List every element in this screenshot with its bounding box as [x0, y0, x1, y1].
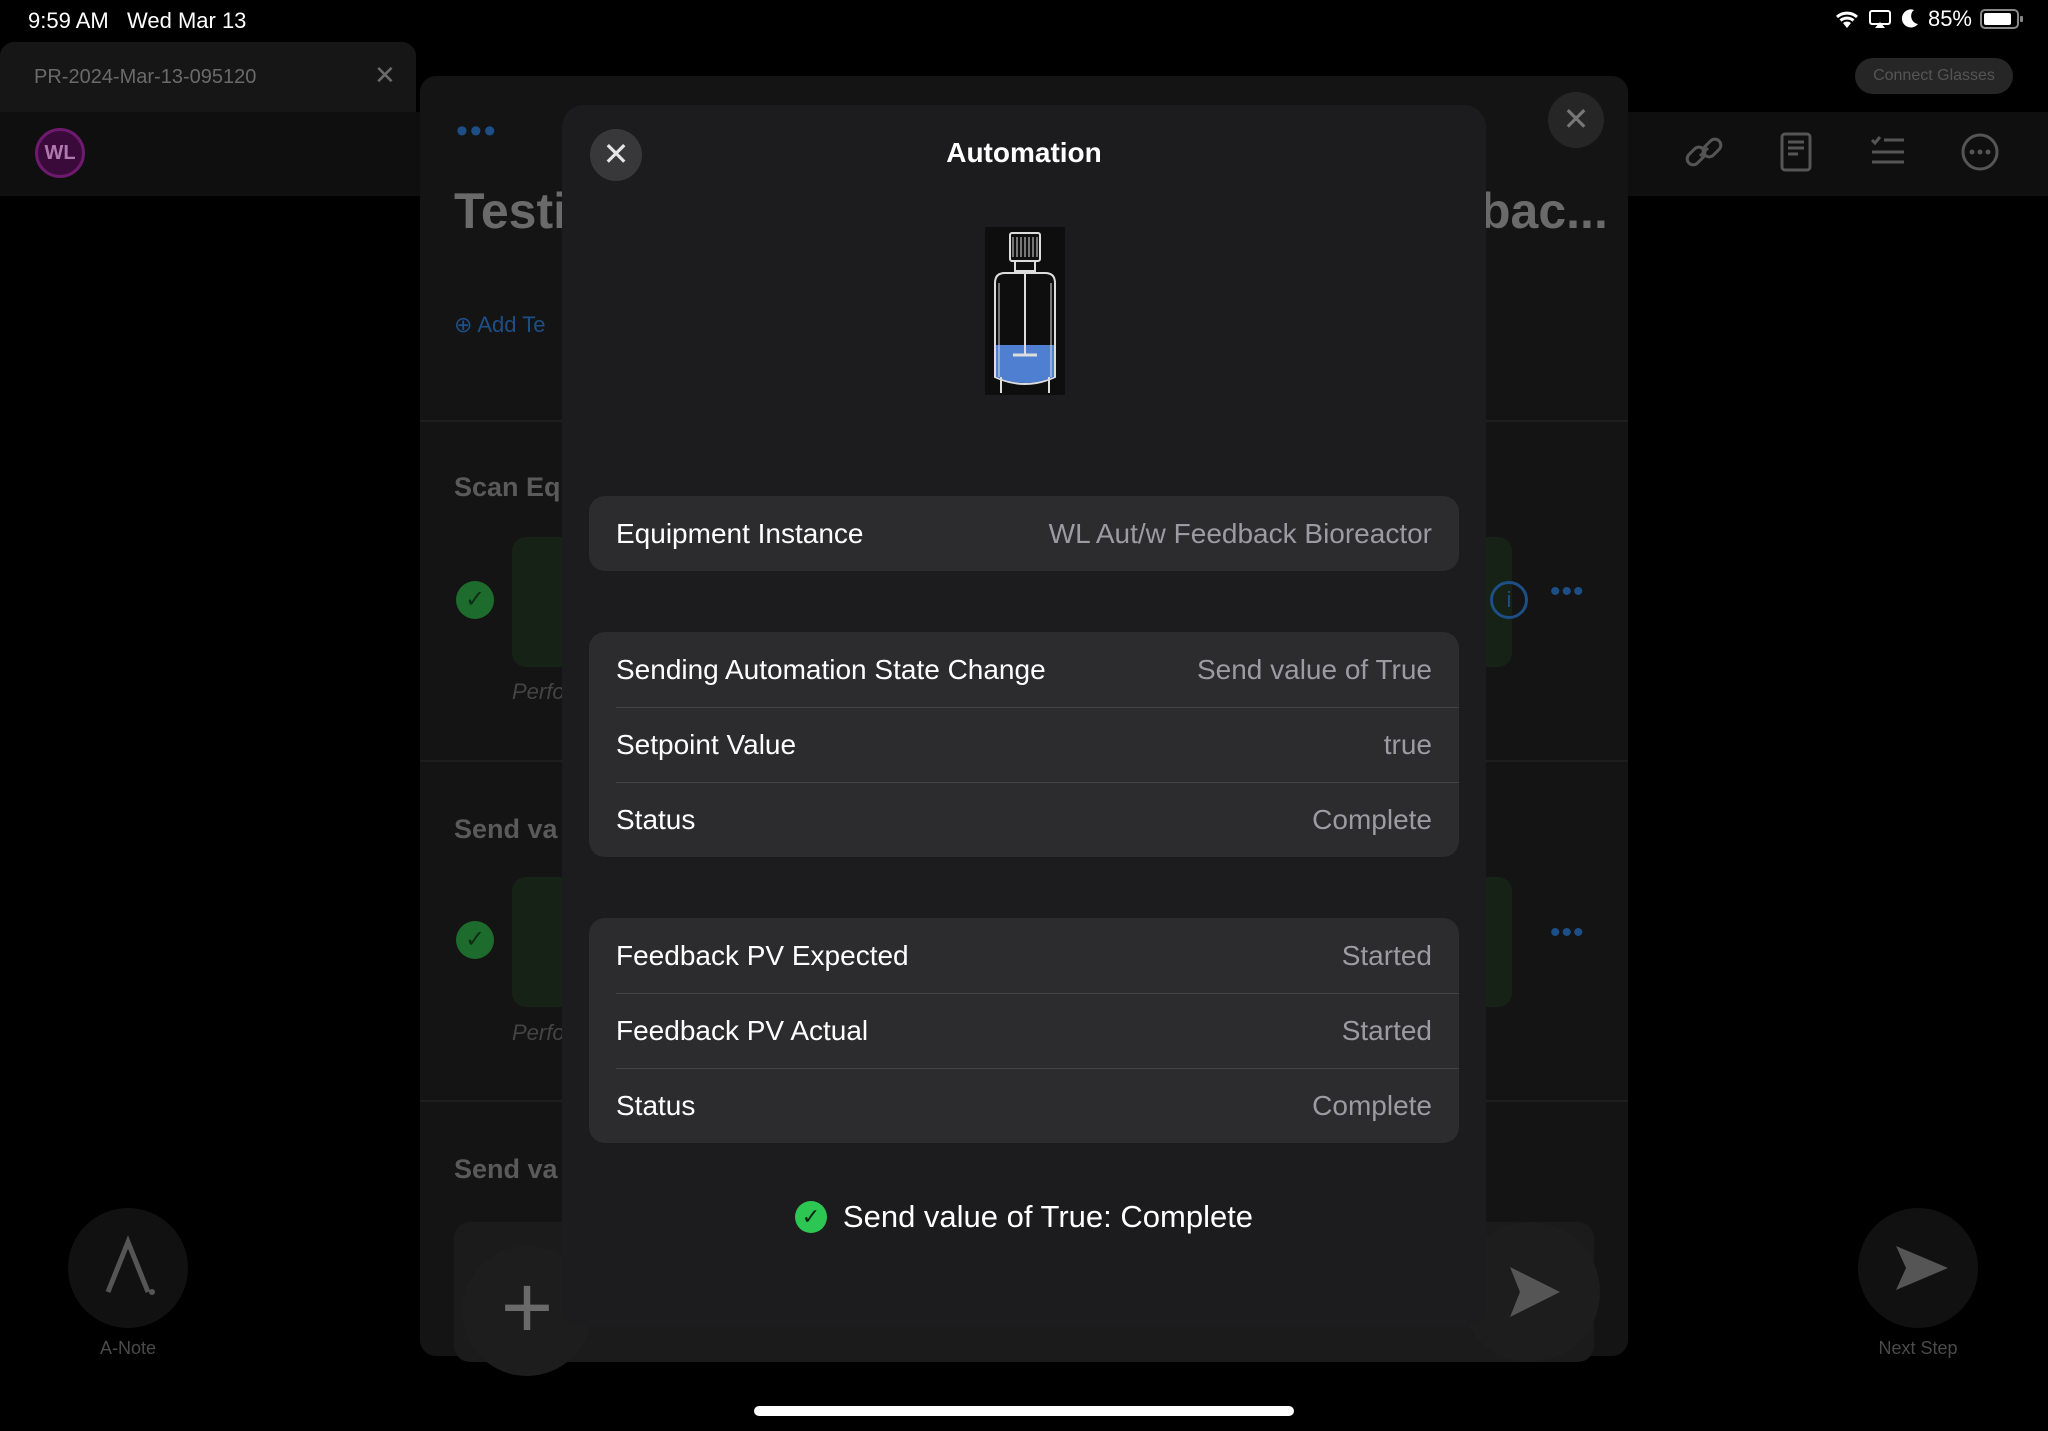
avatar[interactable]: WL [35, 128, 85, 178]
row-value: WL Aut/w Feedback Bioreactor [1048, 517, 1432, 549]
row-label: Equipment Instance [616, 517, 864, 549]
add-tag-label: Add Te [477, 312, 546, 337]
row-menu-icon[interactable]: ••• [1550, 916, 1585, 950]
document-tab-label: PR-2024-Mar-13-095120 [34, 66, 257, 88]
result-summary: ✓ Send value of True: Complete [562, 1199, 1486, 1235]
sending-state-change-row: Sending Automation State Change Send val… [589, 632, 1459, 707]
row-value: Started [1341, 939, 1432, 971]
a-note-label: A-Note [99, 1338, 157, 1358]
row-menu-icon[interactable]: ••• [1550, 575, 1585, 609]
section-title: Send va [454, 1154, 558, 1184]
battery-percent: 85% [1927, 6, 1972, 31]
screen-mirroring-icon [1868, 10, 1891, 28]
a-note-button[interactable] [68, 1208, 188, 1328]
row-value: Send value of True [1196, 653, 1432, 685]
row-value: true [1383, 728, 1432, 760]
status-bar: 9:59 AM Wed Mar 13 85% [0, 0, 2048, 40]
procedure-title-end: bac... [1480, 183, 1608, 239]
document-icon[interactable] [1772, 128, 1820, 176]
feedback-actual-row: Feedback PV Actual Started [589, 993, 1459, 1068]
row-value: Started [1341, 1014, 1432, 1046]
home-indicator[interactable] [754, 1406, 1294, 1416]
automation-modal: ✕ Automation Equipment Instance WL Aut/w… [562, 105, 1486, 1326]
send-icon [1896, 1246, 1948, 1290]
feedback-expected-row: Feedback PV Expected Started [589, 918, 1459, 993]
setpoint-value-row: Setpoint Value true [589, 707, 1459, 782]
equipment-instance-row: Equipment Instance WL Aut/w Feedback Bio… [589, 496, 1459, 571]
more-options-icon[interactable] [1956, 128, 2004, 176]
connect-glasses-button[interactable]: Connect Glasses [1855, 58, 2013, 94]
performed-label: Perfo [512, 679, 565, 704]
status-indicators: 85% [1834, 6, 2024, 32]
status-time: 9:59 AM [28, 8, 109, 33]
checkmark-circle-icon: ✓ [794, 1201, 827, 1233]
moon-icon [1901, 9, 1918, 28]
row-value: Complete [1312, 803, 1432, 835]
procedure-title-start: Testi [454, 183, 567, 239]
document-tab[interactable]: PR-2024-Mar-13-095120 ✕ [0, 42, 416, 114]
performed-label: Perfo [512, 1020, 565, 1045]
a-note-icon [105, 1235, 155, 1295]
checklist-icon[interactable] [1864, 128, 1912, 176]
close-icon[interactable]: ✕ [374, 60, 396, 91]
plus-circle-icon: ⊕ [454, 312, 473, 337]
section-title: Send va [454, 814, 558, 844]
row-label: Status [616, 803, 696, 835]
row-label: Setpoint Value [616, 728, 797, 760]
card-menu-icon[interactable]: ••• [456, 112, 498, 151]
link-icon[interactable] [1680, 128, 1728, 176]
row-value: Complete [1312, 1089, 1432, 1121]
next-step-label: Next Step [1878, 1338, 1958, 1358]
bioreactor-icon [985, 227, 1065, 395]
status-row: Status Complete [589, 782, 1459, 857]
row-label: Feedback PV Actual [616, 1014, 869, 1046]
feedback-group: Feedback PV Expected Started Feedback PV… [589, 918, 1459, 1143]
check-icon: ✓ [456, 921, 494, 959]
battery-icon [1980, 9, 2023, 29]
next-step-button[interactable] [1858, 1208, 1978, 1328]
row-label: Status [616, 1089, 696, 1121]
state-change-group: Sending Automation State Change Send val… [589, 632, 1459, 857]
status-date: Wed Mar 13 [127, 8, 247, 33]
info-icon[interactable]: i [1490, 581, 1528, 619]
add-tag-link[interactable]: ⊕ Add Te [454, 312, 545, 338]
status-row: Status Complete [589, 1068, 1459, 1143]
section-title: Scan Eq [454, 472, 561, 502]
row-label: Feedback PV Expected [616, 939, 909, 971]
close-icon[interactable]: ✕ [1548, 92, 1604, 148]
summary-text: Send value of True: Complete [842, 1199, 1254, 1234]
check-icon: ✓ [456, 581, 494, 619]
row-label: Sending Automation State Change [616, 653, 1046, 685]
wifi-icon [1835, 11, 1858, 28]
equipment-group: Equipment Instance WL Aut/w Feedback Bio… [589, 496, 1459, 571]
modal-title: Automation [946, 137, 1102, 168]
toolbar [1680, 128, 2004, 176]
